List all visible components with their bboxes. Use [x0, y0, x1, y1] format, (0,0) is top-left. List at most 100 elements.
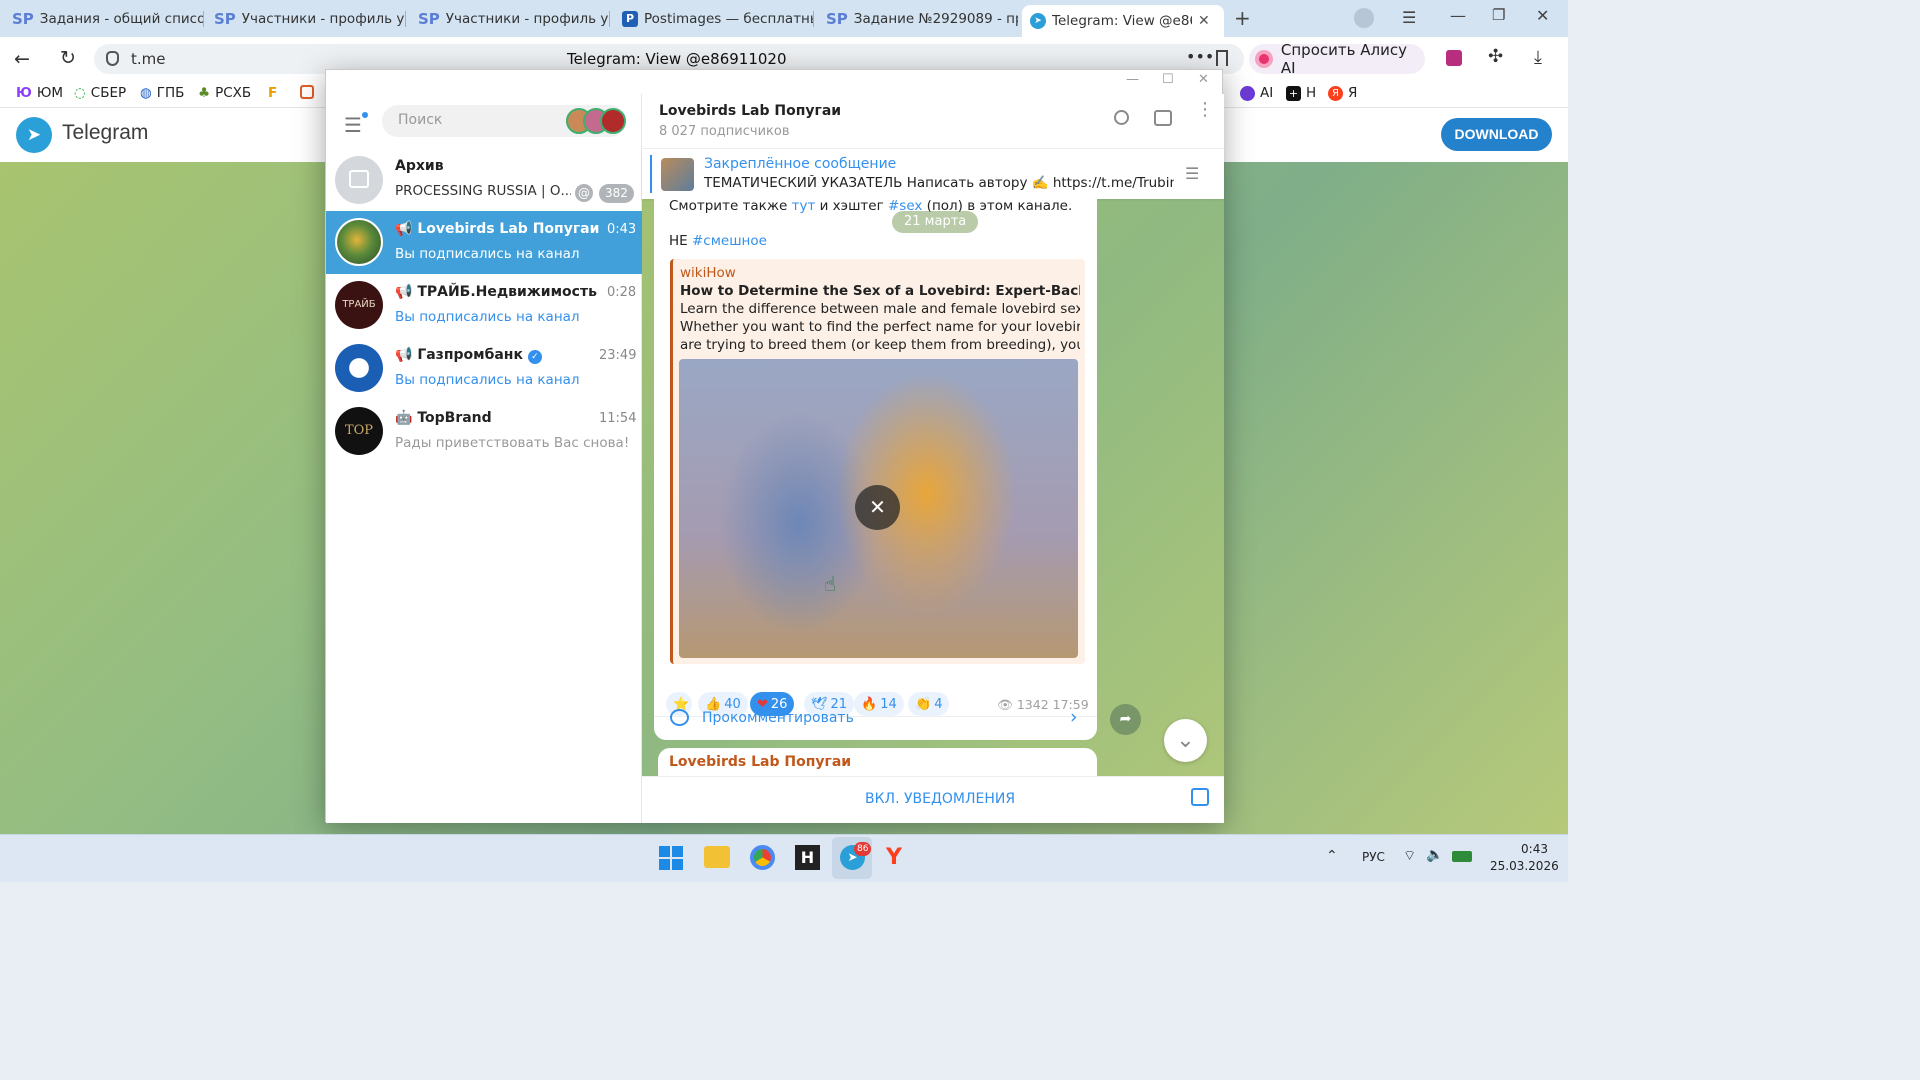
reaction-clap[interactable]: 👏 4 [908, 692, 950, 716]
browser-tab-2[interactable]: SP Участники - профиль уча [206, 5, 406, 33]
windows-start-icon[interactable] [659, 846, 683, 870]
preview-line-2: Whether you want to find the perfect nam… [680, 319, 1080, 335]
tab-title: Postimages — бесплатны [644, 11, 814, 27]
chat-preview: Вы подписались на канал [395, 246, 580, 262]
chat-preview: Рады приветствовать Вас снова! М... [395, 435, 631, 451]
browser-tab-3[interactable]: SP Участники - профиль уча [410, 5, 610, 33]
extension-icon[interactable] [1446, 50, 1462, 66]
language-indicator[interactable]: РУС [1362, 850, 1385, 864]
app-maximize-icon[interactable]: ☐ [1162, 72, 1174, 87]
bookmark-ai[interactable]: AI [1240, 85, 1273, 101]
archive-icon [335, 156, 383, 204]
chat-item-traib[interactable]: ТРАЙБ 📢 ТРАЙБ.Недвижимость 0:28 Вы подпи… [326, 274, 642, 337]
chat-preview: Вы подписались на канал [395, 372, 580, 388]
pinned-list-icon[interactable]: ☰ [1185, 164, 1199, 183]
bookmark-icon[interactable] [1216, 50, 1228, 66]
chat-name-text: Lovebirds Lab Попугаи [417, 221, 600, 237]
tab-title: Задания - общий список [39, 11, 204, 27]
app-minimize-icon[interactable]: — [1126, 72, 1139, 87]
telegram-logo-icon[interactable]: ➤ [16, 117, 52, 153]
link[interactable]: тут [792, 198, 816, 214]
chat-name-text: ТРАЙБ.Недвижимость [417, 284, 597, 300]
reaction-fire[interactable]: 🔥 14 [854, 692, 904, 716]
chat-name-text: Газпромбанк [417, 347, 523, 363]
reload-icon[interactable]: ↻ [60, 47, 76, 69]
shield-icon[interactable] [106, 51, 119, 66]
story-avatar-3[interactable] [600, 108, 626, 134]
bookmark-rshb[interactable]: ♣ РСХБ [198, 85, 251, 101]
traib-avatar-text: ТРАЙБ [342, 299, 376, 310]
hashtag-link[interactable]: #смешное [692, 233, 767, 249]
alice-button[interactable]: Спросить Алису AI [1249, 41, 1425, 77]
chat-time: 11:54 [599, 411, 637, 426]
search-placeholder: Поиск [398, 112, 443, 128]
chat-item-lovebirds[interactable]: 📢 Lovebirds Lab Попугаи 0:43 Вы подписал… [326, 211, 642, 274]
tab-favicon: SP [214, 10, 236, 28]
wifi-icon[interactable]: ⌔ [1403, 847, 1416, 865]
more-icon[interactable]: ••• [1186, 47, 1214, 66]
bookmark-gpb[interactable]: ◍ ГПБ [140, 85, 184, 101]
browser-tab-active[interactable]: ➤ Telegram: View @e869 ✕ [1022, 5, 1224, 37]
profile-icon[interactable] [1354, 8, 1374, 28]
browser-tab-4[interactable]: P Postimages — бесплатны [614, 5, 814, 33]
tabs-menu-icon[interactable]: ☰ [1402, 8, 1416, 27]
chat-name-text: TopBrand [417, 410, 492, 426]
menu-icon[interactable]: ☰ [344, 113, 362, 137]
next-message-author: Lovebirds Lab Попугаи [669, 754, 852, 770]
volume-icon[interactable]: 🔈 [1426, 847, 1443, 863]
puzzle-icon[interactable]: ✣ [1488, 46, 1503, 67]
browser-tab-5[interactable]: SP Задание №2929089 - про [818, 5, 1018, 33]
gift-icon[interactable] [1191, 788, 1209, 806]
pinned-indicator [650, 155, 652, 193]
chat-item-gazprombank[interactable]: 📢 Газпромбанк ✓ 23:49 Вы подписались на … [326, 337, 642, 400]
app-close-icon[interactable]: ✕ [1198, 72, 1209, 87]
preview-site: wikiHow [680, 265, 736, 281]
download-button[interactable]: DOWNLOAD [1441, 118, 1552, 151]
bookmark-ym[interactable]: Ю ЮМ [16, 85, 63, 101]
browser-tab-1[interactable]: SP Задания - общий список [4, 5, 204, 33]
chrome-icon[interactable] [750, 845, 775, 870]
topbrand-avatar-text: TOP [344, 423, 374, 438]
notify-button[interactable]: ВКЛ. УВЕДОМЛЕНИЯ [865, 791, 1015, 807]
comment-icon [670, 709, 689, 726]
date-badge: 21 марта [892, 211, 979, 233]
bookmark-label: ГПБ [156, 85, 185, 101]
tray-chevron-icon[interactable]: ⌃ [1326, 848, 1338, 864]
archive-row[interactable]: Архив PROCESSING RUSSIA | О... @ 382 [326, 148, 642, 211]
pinned-thumbnail [661, 158, 694, 191]
chat-item-topbrand[interactable]: TOP 🤖 TopBrand 11:54 Рады приветствовать… [326, 400, 642, 463]
bookmark-n[interactable]: + Н [1286, 85, 1316, 101]
close-window-icon[interactable]: ✕ [1536, 6, 1549, 25]
search-icon[interactable] [1114, 110, 1129, 125]
minimize-icon[interactable]: — [1450, 6, 1466, 25]
file-explorer-icon[interactable] [704, 846, 730, 868]
views-icon: 👁 [997, 697, 1017, 712]
bookmark-label: СБЕР [90, 85, 127, 101]
new-tab-icon[interactable]: + [1234, 8, 1254, 28]
menu-badge [362, 112, 368, 118]
scroll-down-icon[interactable]: ⌄ [1164, 719, 1207, 762]
battery-icon[interactable] [1452, 851, 1472, 862]
more-vertical-icon[interactable]: ⋮ [1196, 101, 1214, 119]
share-icon[interactable]: ➦ [1110, 704, 1141, 735]
bookmark-extra[interactable]: F [268, 85, 277, 101]
sidebar-toggle-icon[interactable] [1154, 110, 1172, 126]
bookmark-extra-2[interactable] [300, 85, 314, 99]
chevron-right-icon: › [1070, 706, 1078, 728]
alice-label: Спросить Алису AI [1280, 41, 1407, 77]
verified-icon: ✓ [527, 350, 542, 364]
channel-panel: Lovebirds Lab Попугаи 8 027 подписчиков … [642, 94, 1224, 823]
maximize-icon[interactable]: ❐ [1492, 6, 1505, 24]
bookmark-sber[interactable]: ◌ СБЕР [74, 85, 126, 101]
back-icon[interactable]: ← [14, 48, 30, 70]
h-app-icon[interactable]: H [795, 845, 820, 870]
download-icon[interactable]: ⤓ [1534, 47, 1542, 68]
cancel-download-icon[interactable]: ✕ [855, 485, 900, 530]
close-tab-icon[interactable]: ✕ [1198, 13, 1210, 29]
yandex-browser-icon[interactable]: Y [886, 845, 902, 870]
clock-date[interactable]: 25.03.2026 [1490, 859, 1559, 873]
bookmark-label: AI [1260, 85, 1274, 101]
chat-preview: Вы подписались на канал [395, 309, 580, 325]
bookmark-ya[interactable]: ЯЯ [1328, 85, 1357, 101]
clock-time[interactable]: 0:43 [1520, 842, 1548, 856]
